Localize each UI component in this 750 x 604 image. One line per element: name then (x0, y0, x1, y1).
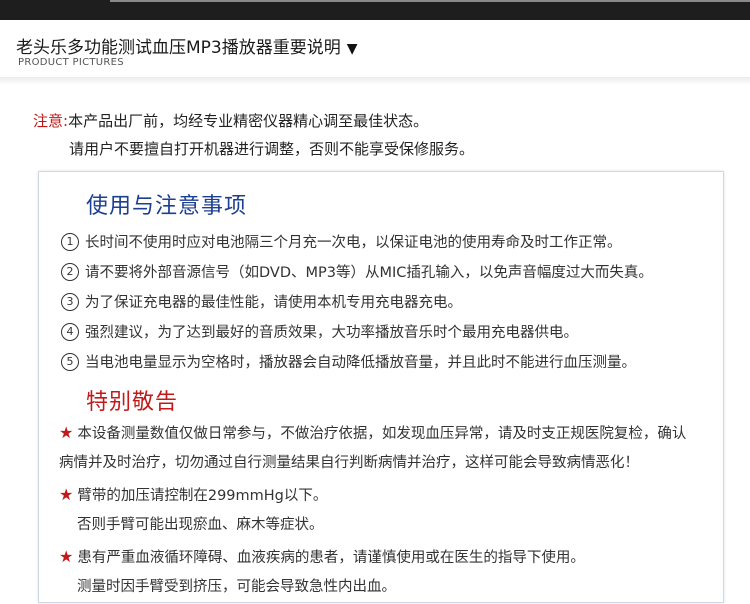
warning-text-continued: 病情并及时治疗，切勿通过自行测量结果自行判断病情并治疗，这样可能会导致病情恶化！ (59, 455, 639, 471)
star-icon: ★ (59, 547, 74, 566)
notice-line-2: 请用户不要擅自打开机器进行调整，否则不能享受保修服务。 (69, 140, 475, 158)
circled-number-icon: 5 (61, 353, 79, 371)
usage-section-title: 使用与注意事项 (86, 194, 248, 219)
usage-item-text: 为了保证充电器的最佳性能，请使用本机专用充电器充电。 (85, 295, 462, 311)
triangle-down-icon: ▼ (346, 41, 358, 57)
warning-text-continued: 否则手臂可能出现瘀血、麻木等症状。 (77, 517, 324, 533)
circled-number-icon: 2 (61, 263, 79, 281)
page-subtitle: PRODUCT PICTURES (18, 57, 124, 68)
usage-item-text: 当电池电量显示为空格时，播放器会自动降低播放音量，并且此时不能进行血压测量。 (85, 355, 636, 371)
header-shadow (0, 77, 750, 85)
usage-item-text: 长时间不使用时应对电池隔三个月充一次电，以保证电池的使用寿命及时工作正常。 (85, 235, 622, 251)
circled-number-icon: 1 (61, 233, 79, 251)
usage-item: 1 长时间不使用时应对电池隔三个月充一次电，以保证电池的使用寿命及时工作正常。 (61, 228, 711, 258)
usage-item: 4 强烈建议，为了达到最好的音质效果，大功率播放音乐时个最用充电器供电。 (61, 318, 711, 348)
warning-item: ★ 臂带的加压请控制在299mmHg以下。 否则手臂可能出现瘀血、麻木等症状。 (59, 480, 719, 540)
circled-number-icon: 4 (61, 323, 79, 341)
warning-list: ★ 本设备测量数值仅做日常参与，不做治疗依据，如发现血压异常，请及时支正规医院复检… (59, 418, 719, 604)
usage-item-text: 强烈建议，为了达到最好的音质效果，大功率播放音乐时个最用充电器供电。 (85, 325, 578, 341)
usage-list: 1 长时间不使用时应对电池隔三个月充一次电，以保证电池的使用寿命及时工作正常。 2… (61, 228, 711, 378)
top-band-accent-line (110, 0, 750, 2)
star-icon: ★ (59, 423, 74, 442)
page-title-text: 老头乐多功能测试血压MP3播放器重要说明 (16, 38, 341, 58)
top-band (0, 0, 750, 20)
notice-label: 注意: (33, 112, 69, 130)
page-title: 老头乐多功能测试血压MP3播放器重要说明 ▼ (16, 33, 358, 58)
warning-text: 本设备测量数值仅做日常参与，不做治疗依据，如发现血压异常，请及时支正规医院复检，… (77, 426, 687, 442)
notice-line-1: 注意:本产品出厂前，均经专业精密仪器精心调至最佳状态。 (33, 107, 723, 135)
usage-item: 2 请不要将外部音源信号（如DVD、MP3等）从MIC插孔输入，以免声音幅度过大而… (61, 258, 711, 288)
circled-number-icon: 3 (61, 293, 79, 311)
usage-item: 5 当电池电量显示为空格时，播放器会自动降低播放音量，并且此时不能进行血压测量。 (61, 348, 711, 378)
section-header: 老头乐多功能测试血压MP3播放器重要说明 ▼ PRODUCT PICTURES (0, 20, 750, 78)
notice-text-1: 本产品出厂前，均经专业精密仪器精心调至最佳状态。 (68, 112, 429, 130)
star-icon: ★ (59, 485, 74, 504)
warning-item: ★ 本设备测量数值仅做日常参与，不做治疗依据，如发现血压异常，请及时支正规医院复检… (59, 418, 719, 478)
usage-item-text: 请不要将外部音源信号（如DVD、MP3等）从MIC插孔输入，以免声音幅度过大而失… (85, 265, 653, 281)
warning-text-continued: 测量时因手臂受到挤压，可能会导致急性内出血。 (77, 579, 396, 595)
notice-block: 注意:本产品出厂前，均经专业精密仪器精心调至最佳状态。 请用户不要擅自打开机器进… (33, 107, 723, 163)
warning-item: ★ 患有严重血液循环障碍、血液疾病的患者，请谨慎使用或在医生的指导下使用。 测量时… (59, 542, 719, 602)
instructions-panel: 使用与注意事项 1 长时间不使用时应对电池隔三个月充一次电，以保证电池的使用寿命及… (38, 171, 724, 603)
warning-text: 患有严重血液循环障碍、血液疾病的患者，请谨慎使用或在医生的指导下使用。 (77, 550, 585, 566)
warning-text: 臂带的加压请控制在299mmHg以下。 (77, 488, 328, 504)
usage-item: 3 为了保证充电器的最佳性能，请使用本机专用充电器充电。 (61, 288, 711, 318)
special-warning-title: 特别敬告 (86, 390, 179, 415)
